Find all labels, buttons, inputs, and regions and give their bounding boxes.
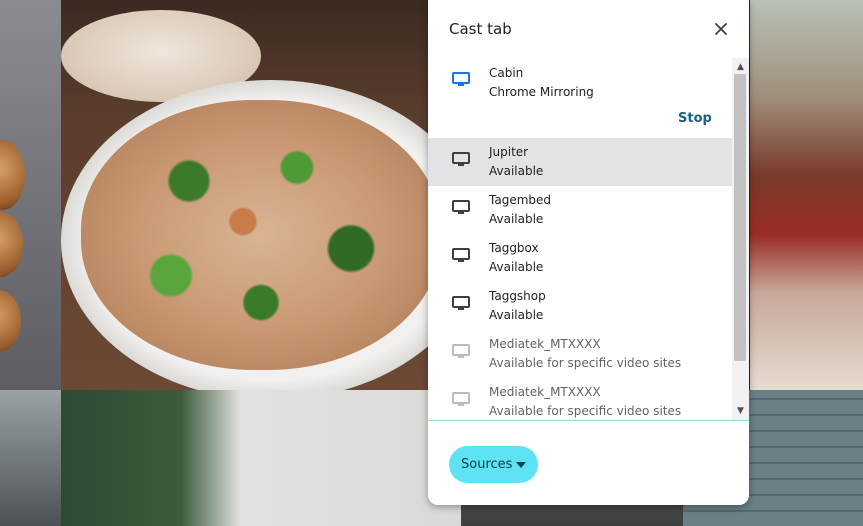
close-icon[interactable] bbox=[711, 19, 731, 39]
sink-item-jupiter[interactable]: Jupiter Available bbox=[428, 138, 732, 186]
sink-status: Available for specific video sites bbox=[489, 356, 682, 370]
tv-icon bbox=[452, 392, 470, 406]
scroll-down-arrow-icon[interactable]: ▼ bbox=[732, 404, 749, 418]
sink-name: Cabin bbox=[489, 66, 524, 80]
sources-button[interactable]: Sources bbox=[449, 446, 538, 483]
tv-icon bbox=[452, 152, 470, 166]
tv-icon bbox=[452, 344, 470, 358]
tv-icon bbox=[452, 200, 470, 214]
photo-restaurant-interior bbox=[750, 0, 863, 390]
close-icon-glyph bbox=[715, 23, 727, 35]
footer-divider bbox=[428, 420, 749, 421]
tv-icon bbox=[452, 248, 470, 262]
sink-item-mediatek[interactable]: Mediatek_MTXXXX Available for specific v… bbox=[428, 378, 732, 420]
caret-down-icon bbox=[516, 462, 526, 468]
photo-bagels bbox=[0, 0, 61, 390]
tv-icon bbox=[452, 296, 470, 310]
sink-status: Available for specific video sites bbox=[489, 404, 682, 418]
dialog-title: Cast tab bbox=[449, 20, 512, 38]
sink-list: Cabin Chrome Mirroring Stop Jupiter Avai… bbox=[428, 58, 732, 420]
sink-status: Available bbox=[489, 212, 544, 226]
sink-name: Tagembed bbox=[489, 193, 552, 207]
sink-status: Available bbox=[489, 164, 544, 178]
sink-list-scrollbar[interactable]: ▲ ▼ bbox=[732, 58, 749, 420]
sink-status: Available bbox=[489, 260, 544, 274]
sources-label: Sources bbox=[461, 457, 513, 472]
sink-item-tagembed[interactable]: Tagembed Available bbox=[428, 186, 732, 234]
sink-item-mediatek[interactable]: Mediatek_MTXXXX Available for specific v… bbox=[428, 330, 732, 378]
active-sink-cabin[interactable]: Cabin Chrome Mirroring Stop bbox=[428, 58, 732, 138]
photo-brick-wall-plants bbox=[61, 390, 461, 526]
stop-button[interactable]: Stop bbox=[678, 111, 712, 126]
scrollbar-thumb[interactable] bbox=[734, 74, 746, 361]
sink-name: Jupiter bbox=[489, 145, 529, 159]
cast-screen-icon bbox=[452, 72, 470, 86]
sink-name: Mediatek_MTXXXX bbox=[489, 385, 601, 399]
sink-status: Available bbox=[489, 308, 544, 322]
photo-fried-rice bbox=[61, 0, 428, 390]
cast-dialog: Cast tab Cabin Chrome Mirroring Stop Jup… bbox=[428, 0, 749, 505]
sink-name: Mediatek_MTXXXX bbox=[489, 337, 601, 351]
sink-status: Chrome Mirroring bbox=[489, 85, 594, 99]
scroll-up-arrow-icon[interactable]: ▲ bbox=[732, 60, 749, 74]
sink-name: Taggshop bbox=[489, 289, 546, 303]
sink-item-taggbox[interactable]: Taggbox Available bbox=[428, 234, 732, 282]
sink-name: Taggbox bbox=[489, 241, 539, 255]
dialog-header: Cast tab bbox=[428, 0, 749, 58]
photo-flowers bbox=[0, 390, 61, 526]
sink-item-taggshop[interactable]: Taggshop Available bbox=[428, 282, 732, 330]
